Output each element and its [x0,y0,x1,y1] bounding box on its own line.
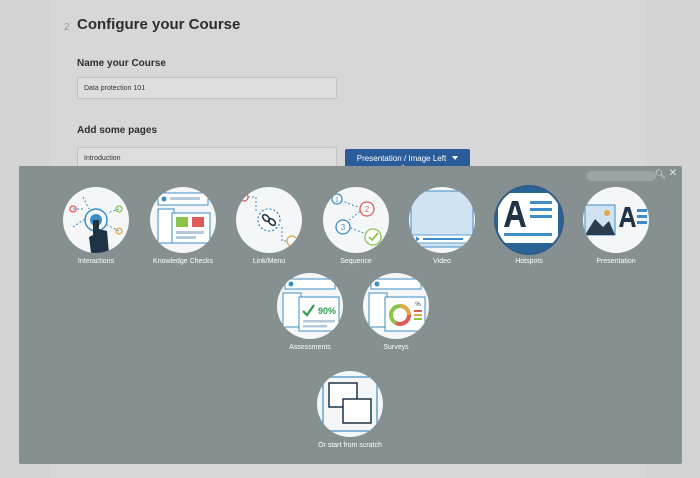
tile-surveys[interactable]: % Surveys [356,273,436,351]
tile-label: Knowledge Checks [153,258,213,265]
tile-assessments[interactable]: 90% Assessments [270,273,350,351]
page-title: Configure your Course [77,16,241,33]
svg-text:3: 3 [341,223,346,232]
assessment-score: 90% [318,306,336,316]
tile-link-menu[interactable]: Link/Menu [229,187,309,265]
hotspots-icon [496,187,562,253]
tile-hotspots[interactable]: Hotspots [489,187,569,265]
knowledge-checks-icon [150,187,216,253]
tile-knowledge-checks[interactable]: Knowledge Checks [143,187,223,265]
svg-text:2: 2 [365,205,370,214]
survey-percent-sign: % [415,302,421,308]
tile-label: Interactions [77,258,115,265]
layout-dropdown-label: Presentation / Image Left [356,153,447,163]
page: 2 Configure your Course Name your Course… [0,0,700,478]
tile-label: Or start from scratch [318,442,382,449]
link-menu-icon [236,187,302,253]
interactions-icon [63,187,129,253]
gallery-search-input[interactable] [586,171,656,181]
assessments-icon: 90% [277,273,343,339]
tile-label: Video [433,258,451,265]
scratch-icon [317,371,383,437]
tile-label: Presentation [596,258,636,265]
svg-text:1: 1 [335,197,339,204]
presentation-icon [583,187,649,253]
course-name-field[interactable]: Data protection 101 [77,77,337,99]
layout-gallery-panel: 🔍︎ ✕ Interactions Knowledge Checks Link/… [19,166,682,464]
tile-presentation[interactable]: Presentation [576,187,656,265]
sequence-icon: 1 2 3 [323,187,389,253]
video-icon [409,187,475,253]
course-name-label: Name your Course [77,58,166,69]
tile-label: Sequence [340,258,372,265]
tile-video[interactable]: Video [402,187,482,265]
tile-label: Hotspots [515,258,543,265]
tile-sequence[interactable]: 1 2 3 Sequence [316,187,396,265]
search-icon[interactable]: 🔍︎ [655,169,666,180]
tile-label: Surveys [383,344,409,351]
step-number: 2 [64,22,70,33]
close-icon[interactable]: ✕ [669,168,677,179]
pages-label: Add some pages [77,125,158,136]
tile-label: Assessments [289,344,331,351]
tile-start-from-scratch[interactable]: Or start from scratch [310,371,390,449]
tile-interactions[interactable]: Interactions [56,187,136,265]
surveys-icon: % [363,273,429,339]
chevron-down-icon [452,156,459,160]
tile-label: Link/Menu [252,258,286,265]
